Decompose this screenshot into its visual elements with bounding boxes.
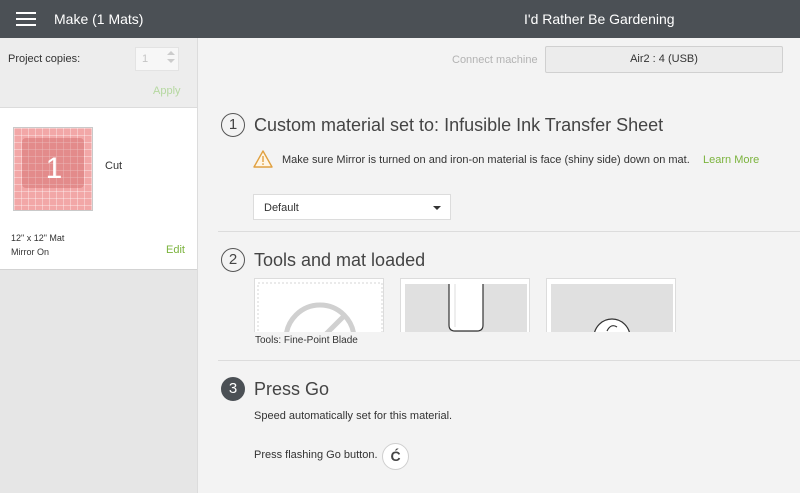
project-name: I'd Rather Be Gardening	[524, 11, 675, 27]
stepper-arrows-icon[interactable]	[166, 50, 176, 68]
mat-action-label: Cut	[105, 160, 123, 172]
warning-icon	[253, 150, 273, 168]
mat-preview[interactable]: 1	[13, 127, 93, 211]
main-content: Connect machine Air2 : 4 (USB) 1 Custom …	[197, 38, 800, 493]
step-1-number: 1	[221, 113, 245, 137]
go-button-icon	[551, 284, 673, 332]
step-3-title: Press Go	[254, 379, 330, 399]
left-panel-empty	[0, 269, 197, 493]
step-3-number: 3	[221, 377, 245, 401]
menu-icon[interactable]	[16, 12, 36, 26]
caret-down-icon	[433, 206, 441, 210]
step-divider	[218, 360, 800, 361]
pressure-select-value: Default	[264, 202, 299, 214]
mat-card[interactable]: 1 Cut 12" x 12" Mat Mirror On Edit	[0, 107, 197, 269]
tool-card-go	[546, 278, 676, 332]
speed-info-text: Speed automatically set for this materia…	[254, 410, 453, 422]
project-copies-stepper[interactable]: 1	[135, 47, 179, 71]
no-tool-icon	[257, 282, 383, 332]
pressure-select[interactable]: Default	[253, 194, 451, 220]
step-2-title: Tools and mat loaded	[254, 250, 426, 270]
tool-card-blade	[254, 278, 384, 332]
blade-housing-icon	[405, 284, 527, 332]
tool-card-clamp	[400, 278, 530, 332]
step-1-title: Custom material set to: Infusible Ink Tr…	[254, 115, 664, 135]
go-icon: Ć	[382, 443, 409, 470]
project-copies-panel: Project copies: 1 Apply	[0, 38, 197, 107]
edit-button[interactable]: Edit	[166, 244, 185, 256]
project-copies-label: Project copies:	[8, 53, 81, 65]
learn-more-link[interactable]: Learn More	[703, 154, 759, 166]
tools-label: Tools: Fine-Point Blade	[255, 335, 358, 346]
top-bar: Make (1 Mats) I'd Rather Be Gardening	[0, 0, 800, 38]
step-divider	[218, 231, 800, 232]
mat-mirror-label: Mirror On	[11, 247, 49, 257]
project-copies-value: 1	[142, 53, 149, 65]
apply-button[interactable]: Apply	[153, 85, 181, 97]
step-2-number: 2	[221, 248, 245, 272]
mat-number: 1	[45, 152, 63, 185]
connect-machine-label: Connect machine	[452, 54, 538, 66]
mat-size-label: 12" x 12" Mat	[11, 233, 65, 243]
machine-select-button[interactable]: Air2 : 4 (USB)	[545, 46, 783, 73]
mirror-warning-text: Make sure Mirror is turned on and iron-o…	[282, 154, 690, 166]
press-go-text: Press flashing Go button.	[254, 449, 378, 461]
page-title: Make (1 Mats)	[54, 11, 144, 27]
